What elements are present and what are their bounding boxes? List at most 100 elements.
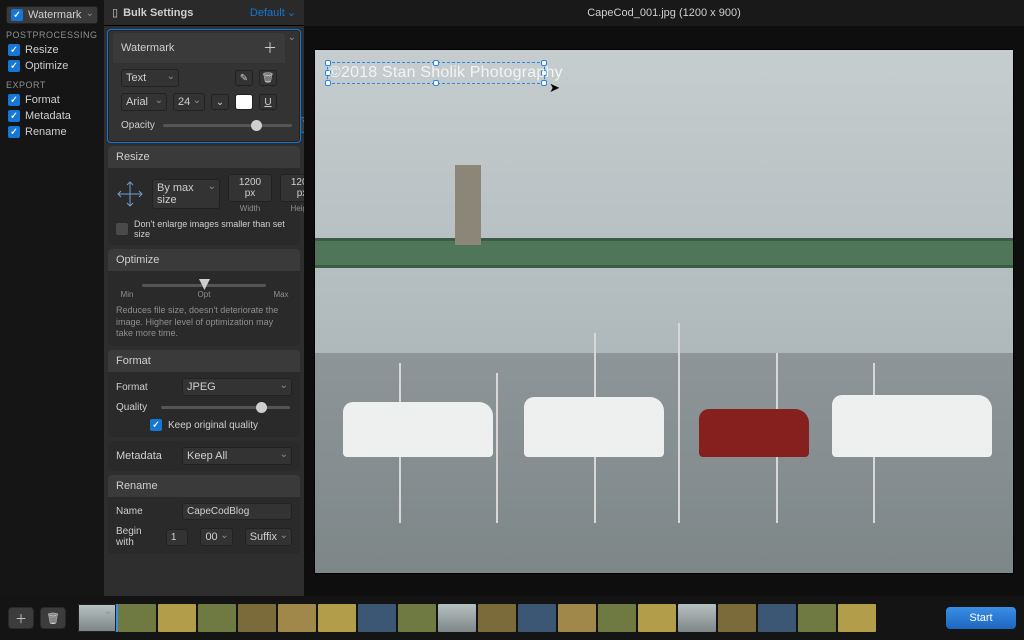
rename-card: Rename Name CapeCodBlog Begin with 1 00 … [108, 475, 300, 554]
metadata-card: Metadata Keep All [108, 441, 300, 471]
thumbnail[interactable] [438, 604, 476, 632]
thumbnail[interactable] [118, 604, 156, 632]
keep-original-checkbox[interactable] [150, 419, 162, 431]
name-label: Name [116, 506, 170, 517]
begin-with-label: Begin with [116, 526, 154, 548]
optimize-card: Optimize Min [108, 249, 300, 346]
height-input[interactable]: 1200 px [280, 174, 304, 202]
thumbnail[interactable] [718, 604, 756, 632]
thumbnail[interactable] [798, 604, 836, 632]
name-input[interactable]: CapeCodBlog [182, 503, 292, 520]
checkbox-icon[interactable] [11, 9, 23, 21]
resize-card: Resize By max size [108, 146, 300, 245]
digits-select[interactable]: 00 [200, 528, 232, 546]
format-card: Format Format JPEG Quality 80% [108, 350, 300, 437]
start-button[interactable]: Start [946, 607, 1016, 629]
sidebar-item-rename[interactable]: Rename [6, 124, 98, 140]
card-title: Resize [116, 151, 150, 163]
opacity-slider[interactable] [163, 124, 292, 127]
preview-pane: CapeCod_001.jpg (1200 x 900) [304, 0, 1024, 596]
edit-icon[interactable]: ✎ [235, 70, 253, 86]
delete-icon[interactable]: 🗑 [259, 70, 277, 86]
quality-slider[interactable] [161, 406, 290, 409]
panel-icon [112, 6, 118, 19]
resize-mode-select[interactable]: By max size [152, 179, 220, 209]
color-swatch[interactable] [235, 94, 253, 110]
metadata-select[interactable]: Keep All [182, 447, 292, 465]
checkbox-icon[interactable] [8, 44, 20, 56]
sidebar-item-optimize[interactable]: Optimize [6, 58, 98, 74]
opt-label: Opt [194, 290, 214, 299]
watermark-card: Watermark ＋ Text ✎ 🗑 Ar [108, 30, 300, 142]
cursor-icon: ➤ [549, 80, 560, 96]
thumbnail[interactable] [358, 604, 396, 632]
sidebar-item-metadata[interactable]: Metadata [6, 108, 98, 124]
font-select[interactable]: Arial [121, 93, 167, 111]
thumbnail[interactable] [558, 604, 596, 632]
sidebar-item-label: Optimize [25, 60, 68, 72]
sidebar-item-format[interactable]: Format [6, 92, 98, 108]
thumbnail[interactable] [198, 604, 236, 632]
thumbnail[interactable] [758, 604, 796, 632]
thumbnail[interactable] [678, 604, 716, 632]
thumbnail[interactable] [158, 604, 196, 632]
quality-label: Quality [116, 402, 147, 413]
opacity-label: Opacity [121, 120, 155, 131]
width-input[interactable]: 1200 px [228, 174, 272, 202]
sidebar-item-resize[interactable]: Resize [6, 42, 98, 58]
add-image-button[interactable] [8, 607, 34, 629]
card-title: Optimize [116, 254, 159, 266]
thumbnail[interactable] [598, 604, 636, 632]
settings-title: Bulk Settings [123, 7, 193, 19]
sidebar-item-label: Metadata [25, 110, 71, 122]
thumbnail[interactable] [278, 604, 316, 632]
max-label: Max [271, 290, 291, 299]
preview-image[interactable]: ©2018 Stan Sholik Photography ➤ [314, 49, 1014, 574]
card-title: Rename [116, 480, 158, 492]
thumbnail[interactable] [78, 604, 116, 632]
thumbnail[interactable] [398, 604, 436, 632]
height-sublabel: Height [290, 204, 304, 213]
checkbox-icon[interactable] [8, 60, 20, 72]
thumbnail[interactable] [318, 604, 356, 632]
checkbox-icon[interactable] [8, 110, 20, 122]
sidebar-section-postprocessing: Postprocessing [6, 30, 98, 40]
sidebar-item-watermark[interactable]: Watermark [6, 6, 98, 24]
width-sublabel: Width [240, 204, 260, 213]
thumbnail[interactable] [478, 604, 516, 632]
dont-enlarge-checkbox[interactable] [116, 223, 128, 235]
add-watermark-button[interactable]: ＋ [263, 38, 277, 58]
underline-toggle[interactable]: U [259, 94, 277, 110]
format-select[interactable]: JPEG [182, 378, 292, 396]
watermark-type-select[interactable]: Text [121, 69, 179, 87]
metadata-label: Metadata [116, 450, 170, 462]
size-stepper[interactable]: ⌄ [211, 94, 229, 110]
settings-panel: Bulk Settings Default Watermark ＋ Text [104, 0, 304, 596]
checkbox-icon[interactable] [8, 94, 20, 106]
sidebar-section-export: Export [6, 80, 98, 90]
sidebar-item-label: Rename [25, 126, 67, 138]
min-label: Min [117, 290, 137, 299]
delete-image-button[interactable] [40, 607, 66, 629]
keep-original-label: Keep original quality [168, 420, 258, 431]
suffix-select[interactable]: Suffix [245, 528, 292, 546]
begin-with-input[interactable]: 1 [166, 529, 189, 546]
card-title: Format [116, 355, 151, 367]
thumbnail-strip: Start [0, 596, 1024, 640]
watermark-overlay-text[interactable]: ©2018 Stan Sholik Photography [329, 64, 563, 82]
font-size-select[interactable]: 24 [173, 93, 205, 111]
format-label: Format [116, 382, 170, 393]
thumbnail[interactable] [238, 604, 276, 632]
thumbnail[interactable] [838, 604, 876, 632]
thumbnail[interactable] [638, 604, 676, 632]
optimize-note: Reduces file size, doesn't deteriorate t… [116, 305, 292, 340]
sidebar-item-label: Format [25, 94, 60, 106]
preview-filename: CapeCod_001.jpg (1200 x 900) [587, 7, 741, 19]
preset-dropdown[interactable]: Default [250, 6, 296, 19]
card-title: Watermark [121, 42, 174, 54]
resize-arrows-icon [116, 180, 144, 208]
thumbnail[interactable] [518, 604, 556, 632]
sidebar-item-label: Resize [25, 44, 59, 56]
opacity-input[interactable]: 75 [300, 117, 304, 133]
checkbox-icon[interactable] [8, 126, 20, 138]
